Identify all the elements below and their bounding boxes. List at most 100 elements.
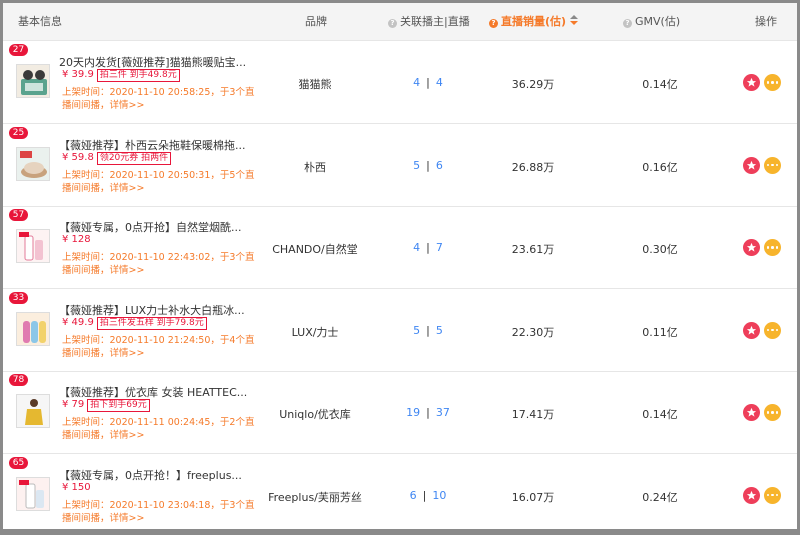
promo-tag: 拍三件 到手49.8元 (96, 69, 180, 82)
related-counts: 4 | 7 (378, 241, 478, 254)
host-count-link[interactable]: 5 (413, 159, 420, 172)
count-separator: | (426, 158, 430, 172)
product-name[interactable]: 【薇娅推荐】朴西云朵拖鞋保暖棉拖... (59, 137, 259, 153)
header-basic-info: 基本信息 (18, 15, 62, 28)
info-icon[interactable]: ? (388, 19, 397, 28)
header-sales-label: 直播销量(估) (501, 15, 567, 28)
rank-badge: 78 (9, 374, 28, 386)
ellipsis-icon (766, 81, 779, 84)
ellipsis-icon (766, 411, 779, 414)
live-count-link[interactable]: 7 (436, 241, 443, 254)
ellipsis-icon (766, 163, 779, 167)
favorite-button[interactable] (743, 486, 760, 504)
ellipsis-icon (766, 493, 779, 497)
product-price: ¥ 128 (62, 234, 91, 245)
product-thumbnail[interactable] (16, 64, 50, 98)
live-count-link[interactable]: 4 (436, 76, 443, 89)
sort-caret-icon[interactable] (570, 15, 579, 26)
detail-link[interactable]: 详情>> (110, 513, 145, 524)
live-sales: 17.41万 (511, 408, 555, 421)
product-name[interactable]: 20天内发货[薇娅推荐]猫猫熊暖贴宝... (59, 54, 259, 70)
product-name[interactable]: 【薇娅推荐】LUX力士补水大白瓶冰... (59, 302, 259, 318)
brand-name: 朴西 (304, 160, 326, 174)
product-name[interactable]: 【薇娅推荐】优衣库 女装 HEATTEC... (59, 384, 259, 400)
live-sales: 23.61万 (511, 243, 555, 256)
more-button[interactable] (764, 239, 781, 256)
favorite-button[interactable] (743, 321, 760, 339)
detail-link[interactable]: 详情>> (110, 100, 145, 111)
count-separator: | (426, 406, 430, 419)
price-line: ¥ 150 (62, 482, 91, 495)
header-sales[interactable]: ? 直播销量(估) (489, 3, 579, 41)
detail-link[interactable]: 详情>> (110, 348, 145, 359)
gmv-value: 0.16亿 (642, 160, 678, 174)
header-gmv-label: GMV(估) (635, 15, 681, 28)
live-sales: 22.30万 (511, 325, 555, 339)
rank-badge: 33 (9, 291, 28, 304)
live-count-link[interactable]: 10 (432, 489, 446, 502)
gmv-value: 0.14亿 (642, 408, 678, 421)
product-price: ¥ 79 (62, 399, 85, 410)
gmv-value: 0.11亿 (642, 325, 678, 339)
brand-name: LUX/力士 (291, 325, 339, 339)
more-button[interactable] (764, 486, 781, 504)
related-counts: 5 | 6 (378, 159, 478, 172)
detail-link[interactable]: 详情>> (110, 183, 145, 194)
product-thumbnail[interactable] (16, 394, 50, 428)
header-brand: 品牌 (305, 15, 327, 28)
brand-name: CHANDO/自然堂 (272, 243, 358, 256)
star-icon (746, 407, 757, 417)
shelf-info: 上架时间：2020-11-11 00:24:45，于2个直播间间播，详情>> (62, 416, 262, 442)
live-count-link[interactable]: 5 (436, 324, 443, 337)
more-button[interactable] (764, 156, 781, 174)
host-count-link[interactable]: 5 (413, 324, 420, 337)
live-count-link[interactable]: 37 (436, 406, 450, 419)
star-icon (746, 160, 757, 170)
rank-badge: 25 (9, 126, 28, 139)
detail-link[interactable]: 详情>> (110, 265, 145, 276)
promo-tag: 领20元券 拍两件 (96, 151, 172, 165)
shelf-time-text: 上架时间：2020-11-10 21:24:50，于4个直播间间播， (62, 334, 255, 359)
host-count-link[interactable]: 4 (413, 241, 420, 254)
host-count-link[interactable]: 4 (413, 76, 420, 89)
shelf-info: 上架时间：2020-11-10 20:50:31，于5个直播间间播，详情>> (62, 169, 262, 195)
star-icon (746, 325, 757, 335)
table-row: 78 【薇娅推荐】优衣库 女装 HEATTEC... ¥ 79 拍下到手69元 上… (3, 372, 797, 454)
favorite-button[interactable] (743, 404, 760, 421)
favorite-button[interactable] (743, 74, 760, 91)
product-price: ¥ 59.8 (62, 151, 94, 163)
detail-link[interactable]: 详情>> (110, 430, 145, 441)
more-button[interactable] (764, 404, 781, 421)
live-sales: 26.88万 (511, 160, 555, 174)
price-line: ¥ 49.9 拍三件发五样 到手79.8元 (62, 316, 207, 330)
host-count-link[interactable]: 19 (406, 406, 420, 419)
count-separator: | (422, 488, 427, 502)
info-icon[interactable]: ? (623, 19, 632, 28)
info-icon[interactable]: ? (489, 19, 498, 28)
related-counts: 4 | 4 (378, 76, 478, 89)
product-thumbnail[interactable] (16, 476, 50, 511)
live-count-link[interactable]: 6 (436, 159, 443, 172)
product-price: ¥ 150 (62, 481, 91, 493)
related-counts: 6 | 10 (378, 489, 478, 502)
product-name[interactable]: 【薇娅专属，0点开抢！】freeplus... (59, 467, 259, 483)
favorite-button[interactable] (743, 239, 760, 256)
table-header: 基本信息 品牌 ? 关联播主|直播 ? 直播销量(估) ? GMV(估) 操作 (3, 3, 797, 41)
more-button[interactable] (764, 321, 781, 339)
product-name[interactable]: 【薇娅专属，0点开抢】自然堂烟酰... (59, 219, 259, 235)
favorite-button[interactable] (743, 156, 760, 174)
brand-name: Freeplus/芙丽芳丝 (268, 490, 362, 504)
count-separator: | (426, 323, 430, 337)
count-separator: | (426, 76, 430, 89)
shelf-time-text: 上架时间：2020-11-10 22:43:02，于3个直播间间播， (62, 252, 255, 276)
gmv-value: 0.30亿 (642, 243, 678, 256)
product-thumbnail[interactable] (16, 146, 50, 181)
product-thumbnail[interactable] (16, 229, 50, 263)
product-ranking-table: 基本信息 品牌 ? 关联播主|直播 ? 直播销量(估) ? GMV(估) 操作 27 … (3, 3, 797, 529)
ellipsis-icon (766, 246, 779, 249)
more-button[interactable] (764, 74, 781, 91)
live-sales: 36.29万 (511, 78, 555, 91)
table-row: 27 20天内发货[薇娅推荐]猫猫熊暖贴宝... ¥ 39.9 拍三件 到手49.… (3, 42, 797, 124)
host-count-link[interactable]: 6 (410, 489, 417, 502)
product-thumbnail[interactable] (16, 311, 50, 346)
